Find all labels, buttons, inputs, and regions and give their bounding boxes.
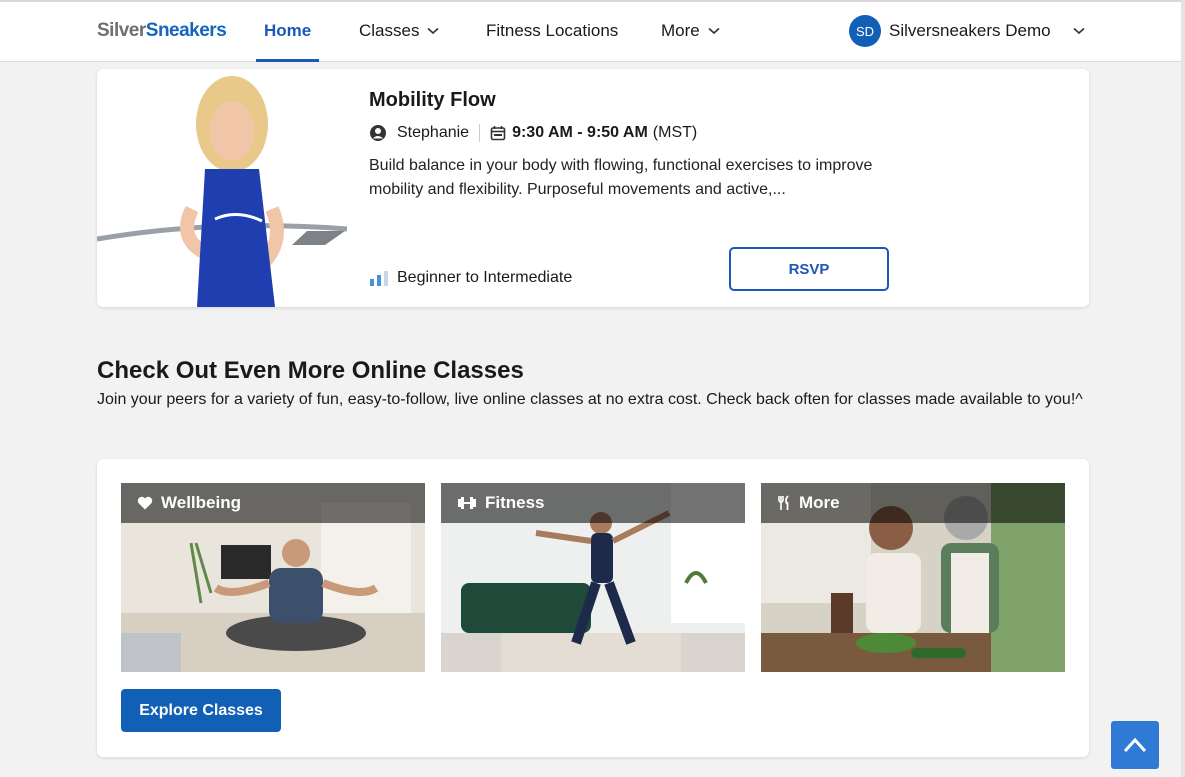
category-label-fitness: Fitness (441, 483, 745, 523)
user-name: Silversneakers Demo (889, 21, 1051, 40)
nav-more-dropdown[interactable]: More (661, 21, 720, 41)
nav-active-indicator (256, 59, 319, 62)
category-tile-wellbeing[interactable]: Wellbeing (121, 483, 425, 672)
section-description: Join your peers for a variety of fun, ea… (97, 391, 1083, 408)
class-card: Mobility Flow Stephanie 9:30 AM - 9:50 A… (97, 69, 1089, 307)
logo-text-sneakers: Sneakers (145, 20, 227, 41)
category-label-more: More (761, 483, 1065, 523)
page-scrollbar[interactable] (1181, 0, 1185, 777)
class-level-label: Beginner to Intermediate (397, 269, 573, 286)
nav-classes-dropdown[interactable]: Classes (359, 21, 440, 41)
class-description: Build balance in your body with flowing,… (369, 157, 873, 198)
categories-card: Wellbeing Fitness More Explore Classes (97, 459, 1089, 757)
nav-home-link[interactable]: Home (264, 21, 311, 41)
chevron-down-icon (708, 27, 720, 35)
level-bars-icon (370, 271, 388, 286)
nav-more-label: More (661, 21, 700, 40)
explore-classes-button[interactable]: Explore Classes (121, 689, 281, 732)
chevron-up-icon (1123, 737, 1147, 753)
rsvp-button[interactable]: RSVP (729, 247, 889, 291)
class-meta: Stephanie 9:30 AM - 9:50 AM (MST) (369, 124, 697, 142)
chevron-down-icon (427, 27, 440, 35)
back-to-top-button[interactable] (1111, 721, 1159, 769)
class-title[interactable]: Mobility Flow (369, 89, 496, 112)
category-label-wellbeing: Wellbeing (121, 483, 425, 523)
heart-icon (137, 496, 153, 510)
category-label-text: Wellbeing (161, 493, 241, 512)
category-label-text: More (799, 493, 840, 512)
class-level: Beginner to Intermediate (369, 269, 572, 287)
avatar: SD (849, 15, 881, 47)
user-circle-icon (370, 125, 386, 141)
nav-fitness-locations-link[interactable]: Fitness Locations (486, 21, 618, 41)
category-tile-fitness[interactable]: Fitness (441, 483, 745, 672)
section-title: Check Out Even More Online Classes (97, 357, 524, 384)
chevron-down-icon (1073, 27, 1085, 35)
class-timezone: (MST) (652, 124, 698, 141)
dumbbell-icon (458, 497, 476, 509)
top-nav-bar: SilverSneakers Home Classes Fitness Loca… (0, 0, 1185, 62)
nav-fitness-locations-label: Fitness Locations (486, 21, 619, 40)
logo-text-silver: Silver (97, 20, 146, 41)
nav-home-label: Home (264, 21, 312, 40)
category-tile-more[interactable]: More (761, 483, 1065, 672)
silversneakers-logo[interactable]: SilverSneakers (97, 20, 227, 42)
meta-divider (479, 124, 481, 142)
category-label-text: Fitness (485, 493, 545, 512)
user-menu[interactable]: SD Silversneakers Demo (849, 15, 1085, 47)
instructor-name: Stephanie (397, 124, 470, 141)
nav-classes-label: Classes (359, 21, 420, 40)
instructor-photo (97, 69, 347, 307)
utensils-icon (778, 495, 789, 510)
class-time: 9:30 AM - 9:50 AM (512, 124, 648, 141)
calendar-icon (490, 126, 506, 141)
